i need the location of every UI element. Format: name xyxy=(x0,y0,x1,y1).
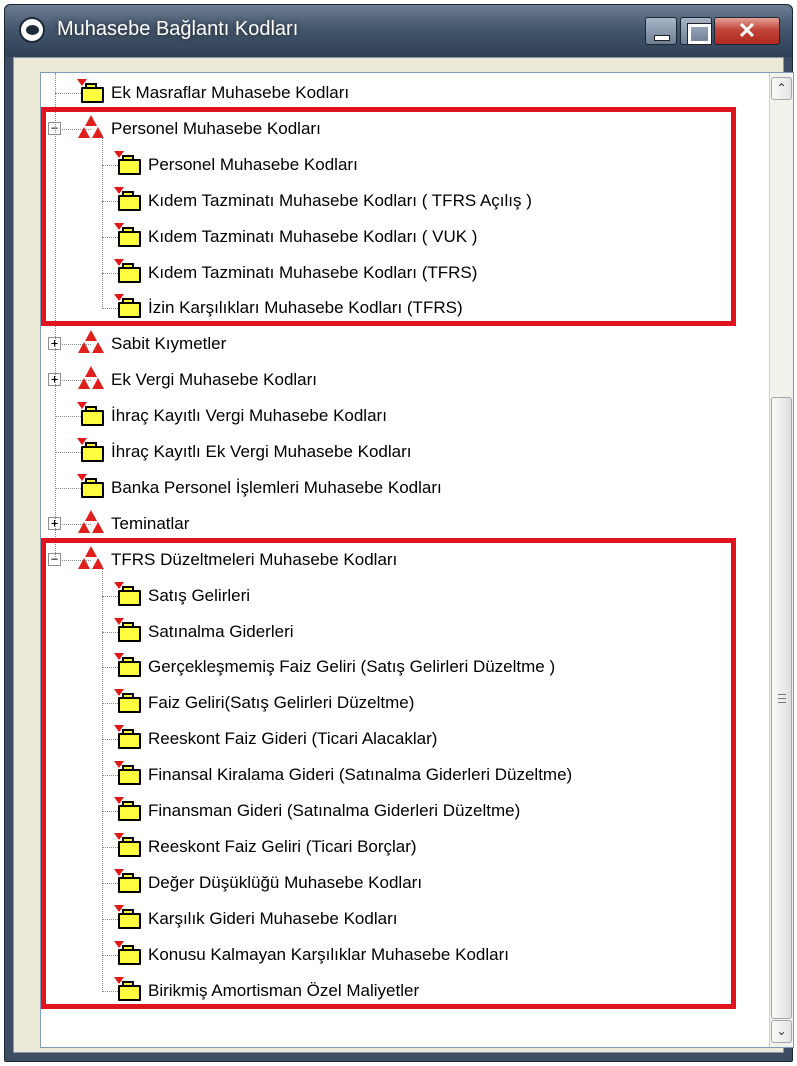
client-area: ⌃ ⌄ Ek Masraflar Muhasebe Kodları − Person… xyxy=(13,57,794,1053)
tree-row[interactable]: İhraç Kayıtlı Ek Vergi Muhasebe Kodları xyxy=(41,433,761,469)
close-icon: ✕ xyxy=(737,18,757,43)
tree-row-label: İhraç Kayıtlı Vergi Muhasebe Kodları xyxy=(111,406,387,425)
vertical-scrollbar[interactable]: ⌃ ⌄ xyxy=(769,73,793,1047)
group-icon xyxy=(77,510,105,538)
tree-row[interactable]: + Ek Vergi Muhasebe Kodları xyxy=(41,361,761,397)
window-title: Muhasebe Bağlantı Kodları xyxy=(57,18,299,40)
tree-view[interactable]: ⌃ ⌄ Ek Masraflar Muhasebe Kodları − Person… xyxy=(40,72,794,1048)
tree-row-label: Ek Vergi Muhasebe Kodları xyxy=(111,370,318,389)
tree-row-label: Sabit Kıymetler xyxy=(111,334,227,353)
app-icon[interactable] xyxy=(19,17,45,43)
group-icon xyxy=(77,366,105,394)
tree-row[interactable]: Banka Personel İşlemleri Muhasebe Kodlar… xyxy=(41,469,761,505)
group-icon xyxy=(77,330,105,358)
tree-row[interactable]: + Teminatlar xyxy=(41,505,761,541)
window: Muhasebe Bağlantı Kodları ✕ ⌃ ⌄ Ek Masra… xyxy=(4,4,794,1062)
tree-row-label: İhraç Kayıtlı Ek Vergi Muhasebe Kodları xyxy=(111,442,412,461)
chevron-up-icon: ⌃ xyxy=(776,81,787,95)
close-button[interactable]: ✕ xyxy=(714,17,780,45)
tree-row[interactable]: + Sabit Kıymetler xyxy=(41,325,761,361)
chevron-down-icon: ⌄ xyxy=(776,1024,787,1038)
highlight-box-tfrs xyxy=(41,538,736,1009)
scroll-thumb[interactable] xyxy=(771,397,792,1019)
folder-icon xyxy=(77,402,105,428)
folder-icon xyxy=(77,438,105,464)
maximize-button[interactable] xyxy=(680,17,712,45)
tree-row[interactable]: İhraç Kayıtlı Vergi Muhasebe Kodları xyxy=(41,397,761,433)
tree-row-label: Ek Masraflar Muhasebe Kodları xyxy=(111,83,350,102)
tree-row-label: Teminatlar xyxy=(111,514,190,533)
scroll-up-button[interactable]: ⌃ xyxy=(771,77,792,100)
grip-icon xyxy=(778,694,786,703)
scroll-down-button[interactable]: ⌄ xyxy=(771,1020,792,1043)
folder-icon xyxy=(77,474,105,500)
minimize-button[interactable] xyxy=(645,17,677,45)
tree-row[interactable]: Ek Masraflar Muhasebe Kodları xyxy=(41,74,761,110)
title-bar[interactable]: Muhasebe Bağlantı Kodları ✕ xyxy=(5,5,792,57)
folder-icon xyxy=(77,79,105,105)
tree-row-label: Banka Personel İşlemleri Muhasebe Kodlar… xyxy=(111,478,442,497)
highlight-box-personel xyxy=(41,107,736,326)
